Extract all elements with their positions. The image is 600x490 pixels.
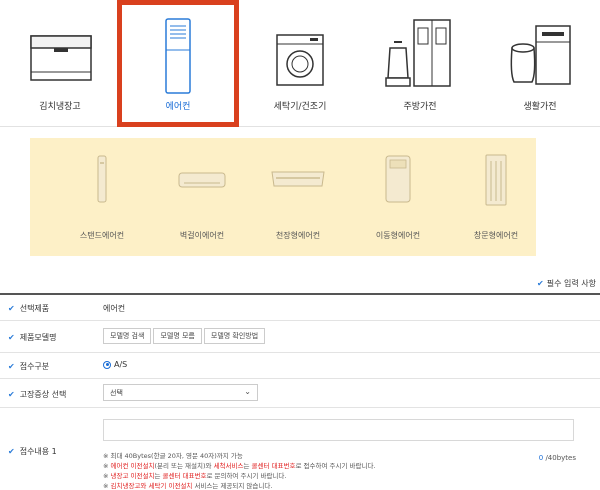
subcategory-label: 벽걸이에어컨 <box>179 231 225 240</box>
row-product: ✔ 선택제품 에어컨 <box>0 295 600 321</box>
content-input[interactable] <box>103 419 574 441</box>
chevron-down-icon: ⌄ <box>244 387 251 396</box>
note-line: ※ 최대 40Bytes(한글 20자, 영문 40자)까지 가능 <box>103 452 243 460</box>
request-form: ✔ 선택제품 에어컨 ✔ 제품모델명 모델명 검색 모델명 모름 모델명 확인방법 ✔ 접… <box>0 293 600 490</box>
field-label: ✔ 접수내용 1 <box>8 447 57 456</box>
field-label: ✔ 제품모델명 <box>8 333 57 342</box>
field-label: ✔ 선택제품 <box>8 304 50 313</box>
air-conditioner-icon <box>165 18 191 94</box>
window-ac-icon <box>485 154 507 206</box>
kitchen-appliance-icon <box>385 19 451 87</box>
model-help-button[interactable]: 모델명 확인방법 <box>203 328 266 344</box>
category-home-appliance[interactable]: 생활가전 <box>480 0 600 127</box>
category-air-conditioner[interactable]: 에어컨 <box>117 0 239 127</box>
row-receipt-type: ✔ 접수구분 A/S <box>0 353 600 379</box>
wall-ac-icon <box>178 172 226 188</box>
field-label: ✔ 접수구분 <box>8 362 50 371</box>
subcategory-label: 스탠드에어컨 <box>79 231 125 240</box>
check-icon: ✔ <box>8 390 15 399</box>
radio-button[interactable] <box>103 360 111 369</box>
category-kitchen[interactable]: 주방가전 <box>360 0 480 127</box>
row-content: ✔ 접수내용 1 0 /40bytes ※ 최대 40Bytes(한글 20자, … <box>0 408 600 490</box>
category-washing-machine[interactable]: 세탁기/건조기 <box>240 0 360 127</box>
subcategory-label: 천장형에어컨 <box>275 231 321 240</box>
model-buttons: 모델명 검색 모델명 모름 모델명 확인방법 <box>103 328 267 344</box>
check-icon: ✔ <box>8 447 15 456</box>
as-radio-option[interactable]: A/S <box>103 360 127 369</box>
subcategory-portable-ac[interactable]: 이동형에어컨 <box>348 138 448 256</box>
subcategory-label: 창문형에어컨 <box>473 231 519 240</box>
check-icon: ✔ <box>8 362 15 371</box>
subcategory-label: 이동형에어컨 <box>375 231 421 240</box>
portable-ac-icon <box>385 155 411 203</box>
product-value: 에어컨 <box>103 304 126 313</box>
category-label: 생활가전 <box>523 102 557 112</box>
category-kimchi-fridge[interactable]: 김치냉장고 <box>0 0 120 127</box>
model-search-button[interactable]: 모델명 검색 <box>103 328 152 344</box>
field-label: ✔ 고장증상 선택 <box>8 390 67 399</box>
row-symptom: ✔ 고장증상 선택 선택 ⌄ <box>0 379 600 408</box>
row-model: ✔ 제품모델명 모델명 검색 모델명 모름 모델명 확인방법 <box>0 321 600 353</box>
category-label: 에어컨 <box>165 102 191 112</box>
washing-machine-icon <box>276 34 324 86</box>
category-row: 김치냉장고 에어컨 세탁기/건조기 주방가전 생활가전 <box>0 0 600 127</box>
required-note: ✔ 필수 입력 사항 <box>537 279 596 288</box>
home-appliance-icon <box>510 25 571 85</box>
symptom-select[interactable]: 선택 ⌄ <box>103 384 258 401</box>
check-icon: ✔ <box>8 304 15 313</box>
check-icon: ✔ <box>537 279 544 288</box>
ceiling-ac-icon <box>271 171 325 187</box>
subcategory-panel: 스탠드에어컨 벽걸이에어컨 천장형에어컨 이동형에어컨 창문형에어컨 <box>30 138 536 256</box>
model-unknown-button[interactable]: 모델명 모름 <box>153 328 202 344</box>
kimchi-fridge-icon <box>30 35 92 81</box>
check-icon: ✔ <box>8 333 15 342</box>
stand-ac-icon <box>97 155 107 203</box>
category-label: 세탁기/건조기 <box>273 102 327 112</box>
subcategory-stand-ac[interactable]: 스탠드에어컨 <box>52 138 152 256</box>
category-label: 주방가전 <box>403 102 437 112</box>
subcategory-window-ac[interactable]: 창문형에어컨 <box>446 138 546 256</box>
byte-counter: 0 /40bytes <box>538 454 576 462</box>
note-line: ※ 김치냉장고와 세탁기 이전설치 서비스는 제공되지 않습니다. <box>103 482 273 490</box>
category-label: 김치냉장고 <box>39 102 81 112</box>
subcategory-ceiling-ac[interactable]: 천장형에어컨 <box>248 138 348 256</box>
subcategory-wall-ac[interactable]: 벽걸이에어컨 <box>152 138 252 256</box>
content-notes: ※ 최대 40Bytes(한글 20자, 영문 40자)까지 가능 ※ 에어컨 … <box>103 451 376 490</box>
note-line: ※ 냉장고 이전설치는 콜센터 대표번호로 문의하여 주시기 바랍니다. <box>103 472 287 480</box>
note-line: ※ 에어컨 이전설치(분리 또는 재설치)와 세척서비스는 콜센터 대표번호로 … <box>103 462 376 470</box>
